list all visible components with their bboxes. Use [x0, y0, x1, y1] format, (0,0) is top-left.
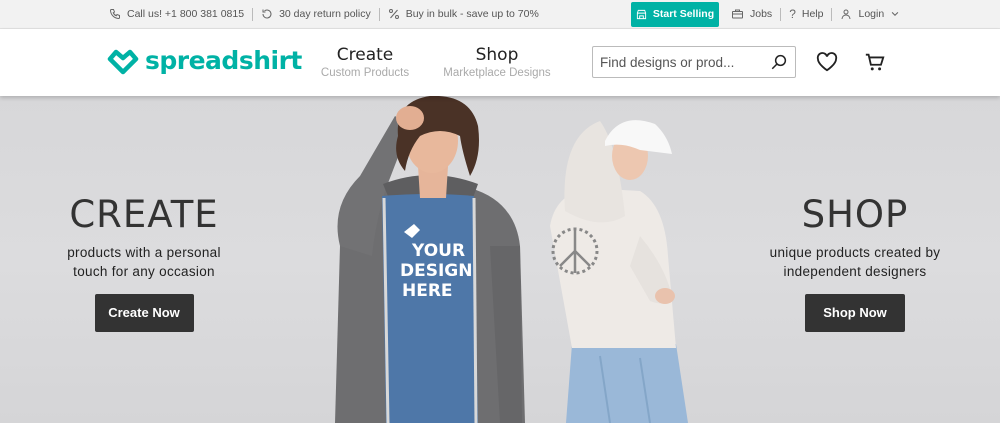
start-selling-button[interactable]: Start Selling [631, 1, 719, 27]
call-us[interactable]: Call us! +1 800 381 0815 [109, 0, 244, 28]
login-dropdown[interactable]: Login [840, 0, 900, 28]
divider [252, 7, 254, 21]
nav-shop-subtitle: Marketplace Designs [443, 67, 551, 79]
hero-create-line-1: products with a personal [67, 245, 221, 260]
hero-create-line-2: touch for any occasion [73, 264, 215, 279]
logo-text: spreadshirt [145, 46, 302, 75]
print-line-1: YOUR [411, 241, 465, 261]
jobs-label: Jobs [750, 8, 773, 20]
print-line-2: DESIGN [400, 261, 472, 281]
help-label: Help [801, 8, 824, 20]
phone-icon [109, 9, 120, 20]
hero-banner: YOUR DESIGN HERE CREATE products with a … [0, 96, 1000, 423]
utility-bar: Call us! +1 800 381 0815 30 day return p… [0, 0, 1000, 29]
shop-now-button[interactable]: Shop Now [805, 294, 905, 332]
create-now-button[interactable]: Create Now [94, 294, 194, 332]
help-link[interactable]: ? Help [789, 0, 823, 28]
question-icon: ? [789, 7, 796, 21]
bulk-discount[interactable]: Buy in bulk - save up to 70% [388, 0, 539, 28]
login-label: Login [858, 8, 885, 20]
wishlist-button[interactable] [814, 49, 840, 75]
return-policy-text: 30 day return policy [279, 8, 371, 20]
hero-shop-line-2: independent designers [783, 264, 927, 279]
divider [831, 7, 833, 21]
main-header: spreadshirt Create Custom Products Shop … [0, 29, 1000, 96]
search-box [592, 46, 796, 78]
chevron-down-icon [891, 11, 899, 16]
hero-shop-heading: SHOP [801, 193, 909, 236]
user-icon [841, 9, 851, 20]
divider [378, 7, 380, 21]
nav-shop-title: Shop [475, 45, 519, 65]
return-policy[interactable]: 30 day return policy [261, 0, 371, 28]
cart-icon [865, 53, 885, 71]
cart-button[interactable] [862, 49, 888, 75]
logo[interactable]: spreadshirt [107, 46, 302, 75]
hero-shop-panel: SHOP unique products created by independ… [752, 195, 958, 332]
bulk-discount-text: Buy in bulk - save up to 70% [405, 8, 539, 20]
print-line-3: HERE [402, 281, 453, 301]
return-icon [262, 9, 272, 19]
hero-shop-line-1: unique products created by [769, 245, 941, 260]
jobs-link[interactable]: Jobs [731, 0, 772, 28]
start-selling-label: Start Selling [652, 8, 715, 20]
nav-create-title: Create [336, 45, 394, 65]
hero-create-heading: CREATE [69, 193, 219, 236]
hero-create-text: products with a personal touch for any o… [40, 243, 248, 281]
nav-shop[interactable]: Shop Marketplace Designs [436, 45, 558, 79]
call-us-text: Call us! +1 800 381 0815 [127, 8, 245, 20]
female-model-figure [550, 120, 688, 423]
search-input[interactable] [600, 54, 760, 70]
nav-create-subtitle: Custom Products [320, 67, 410, 79]
spreadshirt-logo-icon [107, 49, 139, 74]
hero-shop-text: unique products created by independent d… [752, 243, 958, 281]
search-icon[interactable] [770, 53, 788, 71]
percent-icon [388, 9, 399, 19]
store-icon [636, 9, 646, 19]
hero-create-panel: CREATE products with a personal touch fo… [40, 195, 248, 332]
heart-icon [816, 52, 838, 72]
nav-create[interactable]: Create Custom Products [310, 45, 420, 79]
briefcase-icon [732, 9, 743, 19]
divider [780, 7, 782, 21]
